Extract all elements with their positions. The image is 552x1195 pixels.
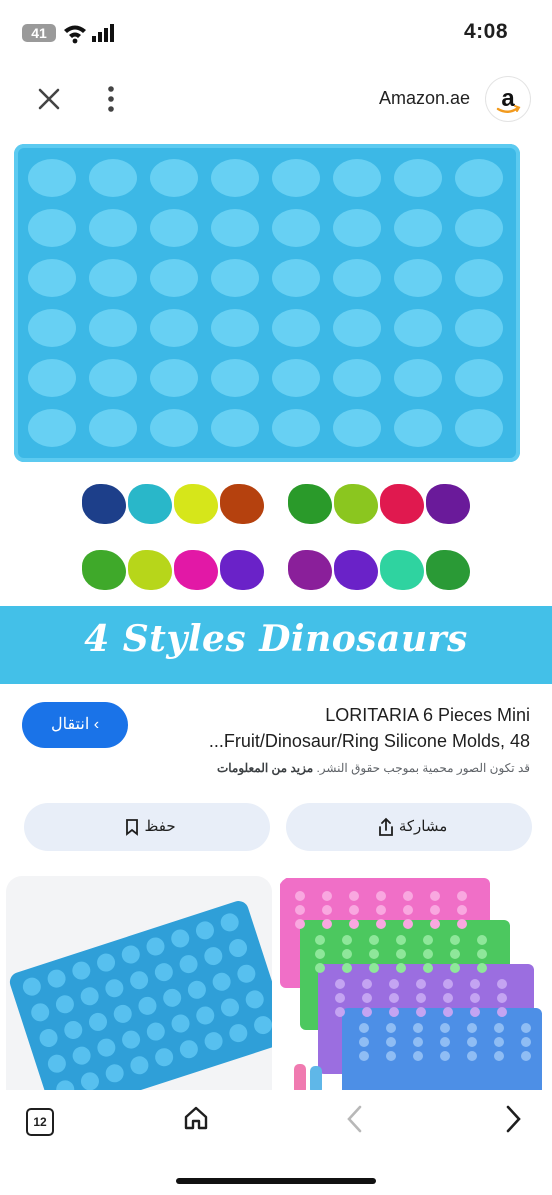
gummy-candy xyxy=(128,484,172,524)
back-arrow-icon[interactable] xyxy=(344,1104,366,1139)
close-icon[interactable] xyxy=(36,86,62,112)
learn-more-link[interactable]: مزيد من المعلومات xyxy=(217,761,313,775)
gummy-candy xyxy=(334,550,378,590)
visit-button[interactable]: انتقال ‹ xyxy=(22,702,128,748)
share-icon xyxy=(378,817,393,836)
save-label: حفظ xyxy=(144,818,176,835)
gummy-candy xyxy=(174,484,218,524)
clock: 4:08 xyxy=(463,20,508,43)
gummy-candy xyxy=(174,550,218,590)
svg-text:a: a xyxy=(501,85,515,112)
image-viewer-header: Amazon.ae a xyxy=(0,72,552,126)
gummy-candy xyxy=(426,550,470,590)
banner-text: 4 Styles Dinosaurs xyxy=(84,618,468,660)
bookmark-icon xyxy=(126,819,139,836)
signal-icons xyxy=(62,22,118,49)
action-buttons: حفظ مشاركة xyxy=(0,803,552,851)
share-button[interactable]: مشاركة xyxy=(286,803,532,851)
gummy-candy xyxy=(220,550,264,590)
amazon-logo-icon[interactable]: a xyxy=(486,77,530,121)
source-domain[interactable]: Amazon.ae xyxy=(379,88,470,109)
product-title-line2: ...Fruit/Dinosaur/Ring Silicone Molds, 4… xyxy=(208,731,530,751)
battery-indicator: 41 xyxy=(22,24,56,42)
product-title-line1: LORITARIA 6 Pieces Mini xyxy=(325,705,530,725)
gummy-candy xyxy=(334,484,378,524)
related-image-card[interactable] xyxy=(6,876,272,1090)
gummy-candy xyxy=(128,550,172,590)
gummy-candy xyxy=(288,550,332,590)
more-options-icon[interactable] xyxy=(104,84,118,114)
save-button[interactable]: حفظ xyxy=(24,803,270,851)
copyright-text: قد تكون الصور محمية بموجب حقوق النشر. xyxy=(316,761,530,775)
browser-toolbar: 12 xyxy=(0,1090,552,1195)
share-label: مشاركة xyxy=(398,818,448,835)
blue-mold-thumbnail xyxy=(9,901,272,1090)
gummy-candy xyxy=(82,484,126,524)
related-image-card[interactable] xyxy=(278,876,548,1090)
copyright-notice: قد تكون الصور محمية بموجب حقوق النشر. مز… xyxy=(30,761,530,775)
blue-mold-tray xyxy=(14,144,520,462)
home-icon[interactable] xyxy=(182,1104,210,1137)
tab-switcher-button[interactable]: 12 xyxy=(26,1108,54,1136)
gummy-candy xyxy=(380,484,424,524)
multicolor-molds-thumbnail xyxy=(280,878,542,1090)
product-image[interactable]: 4 Styles Dinosaurs xyxy=(0,140,552,688)
gummy-candy xyxy=(220,484,264,524)
related-images xyxy=(0,876,552,1090)
status-bar: 41 4:08 xyxy=(0,0,552,64)
gummy-candy xyxy=(288,484,332,524)
gummy-candy xyxy=(426,484,470,524)
home-indicator xyxy=(176,1178,376,1184)
product-title[interactable]: LORITARIA 6 Pieces Mini ...Fruit/Dinosau… xyxy=(150,702,530,754)
forward-arrow-icon[interactable] xyxy=(502,1104,524,1139)
gummy-candy xyxy=(82,550,126,590)
gummy-candy xyxy=(380,550,424,590)
